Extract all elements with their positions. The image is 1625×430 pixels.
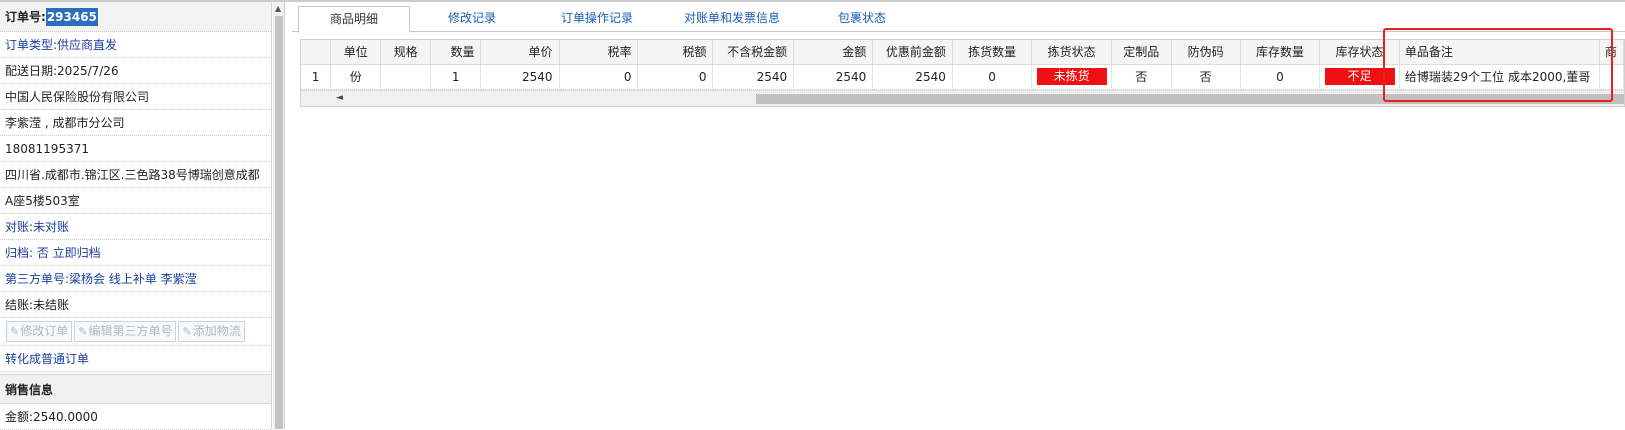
tab-product-details[interactable]: 商品明细 [298, 6, 410, 33]
cell-unit[interactable]: 份 [330, 64, 382, 90]
cell-pre-discount-amount[interactable]: 2540 [872, 64, 953, 90]
col-header-pre-discount-amount[interactable]: 优惠前金额 [872, 40, 953, 65]
left-panel-scrollbar[interactable]: ▲ [273, 2, 285, 429]
col-header-amount[interactable]: 金额 [793, 40, 874, 65]
cell-anti-fake-code[interactable]: 否 [1171, 64, 1241, 90]
action-buttons: ✎修改订单 ✎编辑第三方单号 ✎添加物流 [0, 318, 271, 346]
cell-tax-amount[interactable]: 0 [637, 64, 714, 90]
col-header-spec[interactable]: 规格 [380, 40, 431, 65]
col-header-anti-fake-code[interactable]: 防伪码 [1171, 40, 1241, 65]
address-line-1: 四川省.成都市.锦江区.三色路38号博瑞创意成都 [0, 162, 271, 188]
cell-custom[interactable]: 否 [1111, 64, 1172, 90]
pick-status-badge: 未拣货 [1036, 68, 1107, 85]
settlement-status: 结账:未结账 [0, 292, 271, 318]
col-header-pick-status[interactable]: 拣货状态 [1031, 40, 1113, 65]
col-header-unit-price[interactable]: 单价 [480, 40, 560, 65]
order-number-value[interactable]: 293465 [45, 8, 98, 26]
tab-edit-history[interactable]: 修改记录 [422, 6, 522, 33]
col-header-amount-excl-tax[interactable]: 不含税金额 [712, 40, 795, 65]
col-header-tax-amount[interactable]: 税额 [637, 40, 714, 65]
order-info-panel: 订单号:293465 订单类型:供应商直发 配送日期:2025/7/26 中国人… [0, 2, 272, 430]
sales-amount: 金额:2540.0000 [0, 404, 271, 430]
delivery-date: 配送日期:2025/7/26 [0, 58, 271, 84]
contact-name: 李紫滢 , 成都市分公司 [0, 110, 271, 136]
edit-icon: ✎ [10, 325, 20, 338]
col-header-custom[interactable]: 定制品 [1111, 40, 1172, 65]
order-number-label: 订单号: [5, 10, 46, 24]
col-header-stock-qty[interactable]: 库存数量 [1240, 40, 1321, 65]
edit-third-party-button[interactable]: ✎编辑第三方单号 [74, 321, 177, 342]
cell-picked-qty[interactable]: 0 [952, 64, 1033, 90]
scroll-thumb[interactable] [275, 16, 283, 429]
scroll-up-icon[interactable]: ▲ [275, 4, 281, 13]
add-logistics-button[interactable]: ✎添加物流 [178, 321, 245, 342]
col-header-picked-qty[interactable]: 拣货数量 [952, 40, 1033, 65]
remark-highlight-box [1383, 28, 1613, 102]
phone-number: 18081195371 [0, 136, 271, 162]
cell-unit-price[interactable]: 2540 [480, 64, 560, 90]
col-header-unit[interactable]: 单位 [330, 40, 382, 65]
sales-section-title: 销售信息 [0, 374, 271, 404]
order-type: 订单类型:供应商直发 [0, 32, 271, 58]
cell-spec[interactable] [380, 64, 431, 90]
col-header-index [301, 40, 332, 65]
tab-package-status[interactable]: 包裹状态 [812, 6, 912, 33]
company-name: 中国人民保险股份有限公司 [0, 84, 271, 110]
cell-amount[interactable]: 2540 [793, 64, 874, 90]
reconcile-status[interactable]: 对账:未对账 [0, 214, 271, 240]
archive-status[interactable]: 归档: 否 立即归档 [0, 240, 271, 266]
tab-order-operation-log[interactable]: 订单操作记录 [542, 6, 652, 33]
cell-quantity[interactable]: 1 [430, 64, 482, 90]
cell-stock-qty[interactable]: 0 [1240, 64, 1321, 90]
third-party-number[interactable]: 第三方单号:梁杨会 线上补单 李紫滢 [0, 266, 271, 292]
cell-tax-rate[interactable]: 0 [559, 64, 639, 90]
cell-amount-excl-tax[interactable]: 2540 [712, 64, 795, 90]
edit-order-button[interactable]: ✎修改订单 [6, 321, 73, 342]
col-header-quantity[interactable]: 数量 [430, 40, 482, 65]
edit-icon: ✎ [182, 325, 192, 338]
order-number-row: 订单号:293465 [0, 2, 271, 32]
cell-pick-status[interactable]: 未拣货 [1031, 64, 1113, 90]
scroll-left-icon[interactable]: ◄ [336, 93, 343, 103]
convert-order-link[interactable]: 转化成普通订单 [0, 346, 271, 372]
edit-icon: ✎ [78, 325, 88, 338]
address-line-2: A座5楼503室 [0, 188, 271, 214]
cell-index: 1 [301, 64, 332, 90]
tab-statement-invoice[interactable]: 对账单和发票信息 [662, 6, 802, 33]
col-header-tax-rate[interactable]: 税率 [559, 40, 639, 65]
